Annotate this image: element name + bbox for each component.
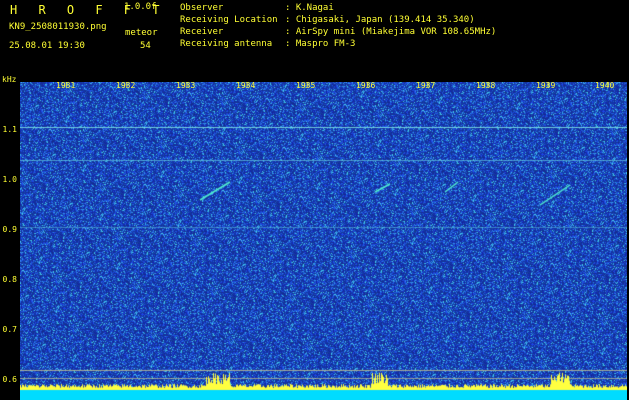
spectrogram (20, 82, 627, 400)
time-tick-label: 1932 (116, 81, 136, 90)
meteor-label: meteor (125, 28, 158, 38)
antenna-value: : Maspro FM-3 (285, 39, 356, 49)
y-tick-label: 1.1 (2, 125, 17, 134)
observer-value: : K.Nagai (285, 3, 334, 13)
receiver-key: Receiver (180, 27, 224, 37)
time-tick-label: 1936 (356, 81, 376, 90)
time-tick-label: 1938 (476, 81, 496, 90)
header-panel: H R O F F T 1.0.0f KN9_2508011930.png me… (0, 0, 629, 74)
y-tick-label: 0.6 (2, 375, 17, 384)
time-tick-label: 1935 (296, 81, 316, 90)
time-tick-label: 1934 (236, 81, 256, 90)
file-name: KN9_2508011930.png (9, 22, 107, 32)
y-tick-label: 0.7 (2, 325, 17, 334)
antenna-key: Receiving antenna (180, 39, 273, 49)
location-key: Receiving Location (180, 15, 278, 25)
location-value: : Chigasaki, Japan (139.414 35.340) (285, 15, 475, 25)
time-tick-label: 1937 (416, 81, 436, 90)
y-tick-label: 1.0 (2, 175, 17, 184)
time-tick-label: 1940 (595, 81, 615, 90)
time-tick-label: 1931 (56, 81, 76, 90)
version-label: 1.0.0f (124, 2, 157, 12)
observer-key: Observer (180, 3, 224, 13)
frequency-unit-label: kHz (2, 75, 17, 84)
y-tick-label: 0.9 (2, 225, 17, 234)
date-time: 25.08.01 19:30 (9, 41, 85, 51)
y-tick-label: 0.8 (2, 275, 17, 284)
time-tick-label: 1939 (536, 81, 556, 90)
receiver-value: : AirSpy mini (Miakejima VOR 108.65MHz) (285, 27, 497, 37)
time-tick-label: 1933 (176, 81, 196, 90)
meteor-count: 54 (140, 41, 151, 51)
